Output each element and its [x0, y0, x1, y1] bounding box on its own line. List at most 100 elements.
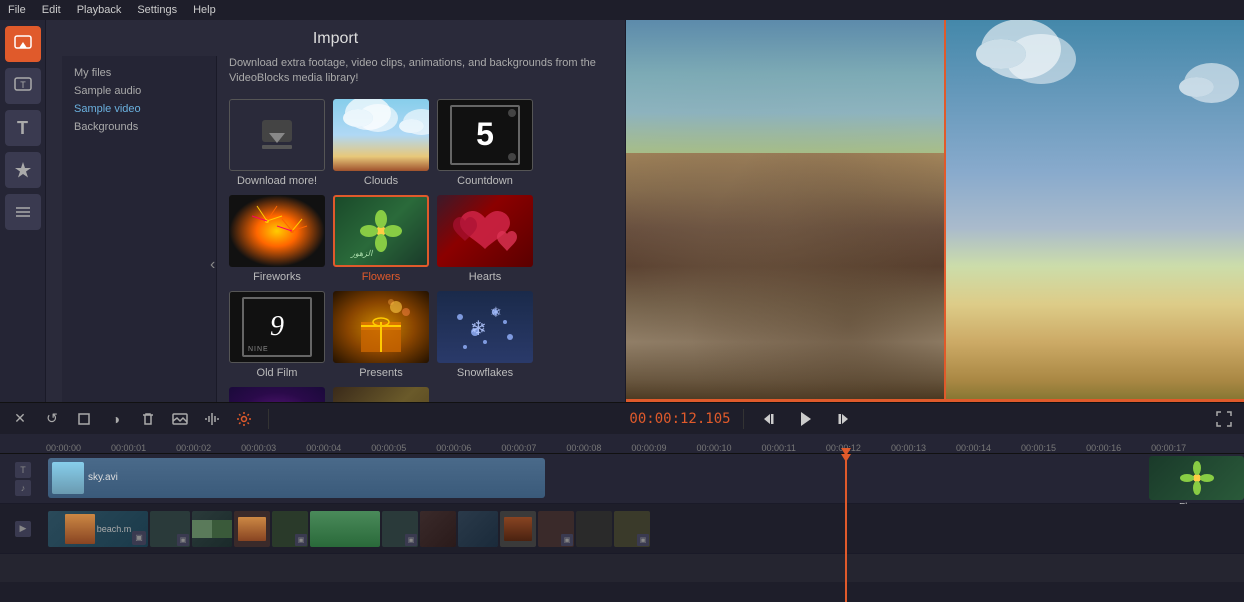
- thumb-hearts-label: Hearts: [469, 271, 501, 283]
- beach-clip-10[interactable]: [500, 511, 536, 547]
- contrast-icon[interactable]: ◑: [104, 407, 128, 431]
- import-title: Import: [62, 30, 609, 48]
- undo-icon[interactable]: ↺: [40, 407, 64, 431]
- preview-secondary: [944, 20, 1244, 399]
- import-panel: Import My files Sample audio Sample vide…: [46, 20, 626, 402]
- timeline: 00:00:00 00:00:01 00:00:02 00:00:03 00:0…: [0, 434, 1244, 602]
- clip-icon-11: ▣: [561, 534, 573, 546]
- sky-clip-name: sky.avi: [88, 472, 118, 483]
- menu-playback[interactable]: Playback: [77, 4, 122, 16]
- main-area: T T Import My files Sample audio Sample …: [0, 20, 1244, 402]
- fullscreen-button[interactable]: [1212, 407, 1236, 431]
- file-tree-sample-audio[interactable]: Sample audio: [70, 82, 208, 100]
- beach-clip-8[interactable]: [420, 511, 456, 547]
- menu-bar: File Edit Playback Settings Help: [0, 0, 1244, 20]
- sky-clip-thumbnail: [52, 462, 84, 494]
- thumb-snowflakes[interactable]: ❄ ❄ Snowflakes: [437, 291, 533, 379]
- ruler-mark-14: 00:00:14: [956, 443, 991, 453]
- svg-text:❄: ❄: [490, 304, 502, 320]
- audio-icon[interactable]: [200, 407, 224, 431]
- beach-clip-1[interactable]: beach.m ▣: [48, 511, 148, 547]
- file-tree-my-files[interactable]: My files: [70, 64, 208, 82]
- file-tree: My files Sample audio Sample video Backg…: [62, 56, 217, 402]
- beach-clip-12[interactable]: [576, 511, 612, 547]
- play-button[interactable]: [792, 405, 820, 433]
- thumb-download-more-label: Download more!: [237, 175, 317, 187]
- thumb-snowflakes-label: Snowflakes: [457, 367, 513, 379]
- beach-clip-7[interactable]: ▣: [382, 511, 418, 547]
- menu-edit[interactable]: Edit: [42, 4, 61, 16]
- tool-titles[interactable]: T: [5, 68, 41, 104]
- import-content: Download extra footage, video clips, ani…: [217, 56, 609, 402]
- ruler-mark-6: 00:00:06: [436, 443, 471, 453]
- skip-forward-button[interactable]: [828, 405, 856, 433]
- beach-clip-2[interactable]: ▣: [150, 511, 190, 547]
- thumb-download-more[interactable]: Download more!: [229, 99, 325, 187]
- track1-audio-icon[interactable]: ♪: [15, 480, 31, 496]
- thumb-presents-label: Presents: [359, 367, 402, 379]
- settings-icon[interactable]: [232, 407, 256, 431]
- svg-text:T: T: [20, 80, 26, 90]
- preview-panel: [626, 20, 1244, 402]
- tool-import[interactable]: [5, 26, 41, 62]
- toolbar-separator: [268, 409, 269, 429]
- ruler-mark-3: 00:00:03: [241, 443, 276, 453]
- beach-clip-9[interactable]: [458, 511, 498, 547]
- menu-settings[interactable]: Settings: [137, 4, 177, 16]
- tool-filters[interactable]: [5, 194, 41, 230]
- beach-clip-11[interactable]: ▣: [538, 511, 574, 547]
- clip-icon-7: ▣: [405, 534, 417, 546]
- svg-text:❄: ❄: [470, 318, 487, 340]
- ruler-mark-17: 00:00:17: [1151, 443, 1186, 453]
- thumb-old-film[interactable]: 9 NINE Old Film: [229, 291, 325, 379]
- timecode-variable: 12.105: [680, 411, 731, 427]
- collapse-panel-arrow[interactable]: ‹: [210, 256, 215, 274]
- thumb-clouds[interactable]: Clouds: [333, 99, 429, 187]
- tool-effects[interactable]: [5, 152, 41, 188]
- tool-text[interactable]: T: [5, 110, 41, 146]
- menu-help[interactable]: Help: [193, 4, 216, 16]
- thumb-stars[interactable]: Stars: [229, 387, 325, 402]
- sky-clip[interactable]: sky.avi: [48, 458, 545, 498]
- ruler-mark-16: 00:00:16: [1086, 443, 1121, 453]
- image-icon[interactable]: [168, 407, 192, 431]
- track2-icon[interactable]: ▶: [15, 521, 31, 537]
- thumb-countdown[interactable]: 5 Countdown: [437, 99, 533, 187]
- clip-icon-13: ▣: [637, 534, 649, 546]
- ruler-mark-4: 00:00:04: [306, 443, 341, 453]
- flowers-timeline-clip[interactable]: [1149, 456, 1244, 500]
- preview-main: [626, 20, 944, 399]
- thumb-fireworks[interactable]: Fireworks: [229, 195, 325, 283]
- ruler-mark-0: 00:00:00: [46, 443, 81, 453]
- menu-file[interactable]: File: [8, 4, 26, 16]
- import-description: Download extra footage, video clips, ani…: [229, 56, 609, 87]
- ruler-mark-11: 00:00:11: [762, 443, 796, 453]
- file-tree-sample-video[interactable]: Sample video: [70, 100, 208, 118]
- left-toolbar: T T: [0, 20, 46, 402]
- thumb-hearts[interactable]: Hearts: [437, 195, 533, 283]
- ruler-mark-8: 00:00:08: [566, 443, 601, 453]
- track1-text-icon[interactable]: T: [15, 462, 31, 478]
- beach-clip-5[interactable]: ▣: [272, 511, 308, 547]
- clip-icon-5: ▣: [295, 534, 307, 546]
- thumb-flowers[interactable]: الزهور Flowers: [333, 195, 429, 283]
- file-tree-backgrounds[interactable]: Backgrounds: [70, 118, 208, 136]
- preview-area: [626, 20, 1244, 399]
- skip-back-button[interactable]: [756, 405, 784, 433]
- beach-clip-4[interactable]: [234, 511, 270, 547]
- ruler-mark-5: 00:00:05: [371, 443, 406, 453]
- playhead[interactable]: [845, 454, 847, 602]
- timecode-display: 00:00:12.105: [629, 411, 730, 427]
- video-track-1: T ♪ sky.avi Flowers: [0, 454, 1244, 504]
- delete-icon[interactable]: [136, 407, 160, 431]
- svg-text:الزهور: الزهور: [350, 249, 373, 258]
- thumb-wedding[interactable]: Our Wedding Wedding: [333, 387, 429, 402]
- crop-icon[interactable]: [72, 407, 96, 431]
- beach-clip-3[interactable]: [192, 511, 232, 547]
- thumb-old-film-label: Old Film: [257, 367, 298, 379]
- beach-clip-6[interactable]: [310, 511, 380, 547]
- thumb-fireworks-label: Fireworks: [253, 271, 301, 283]
- beach-clip-13[interactable]: ▣: [614, 511, 650, 547]
- close-tool-icon[interactable]: ✕: [8, 407, 32, 431]
- thumb-presents[interactable]: Presents: [333, 291, 429, 379]
